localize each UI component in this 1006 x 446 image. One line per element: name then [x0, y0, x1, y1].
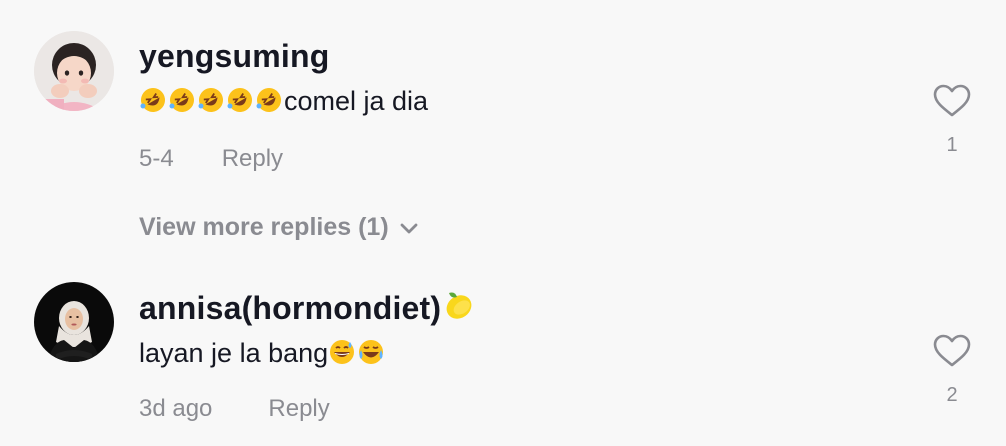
- rolling-on-floor-laughing-emoji: [256, 88, 281, 112]
- comment-username[interactable]: annisa(hormondiet): [139, 287, 476, 327]
- rolling-on-floor-laughing-emoji: [169, 88, 194, 112]
- emoji-group: [328, 338, 386, 368]
- comment-text-label: layan je la bang: [139, 338, 329, 368]
- like-control[interactable]: 2: [932, 334, 972, 407]
- view-more-replies-button[interactable]: View more replies (1): [139, 213, 419, 243]
- reply-button[interactable]: Reply: [268, 395, 329, 422]
- heart-icon[interactable]: [933, 334, 971, 368]
- chevron-down-icon: [399, 214, 419, 243]
- reply-button[interactable]: Reply: [222, 145, 283, 172]
- comment-date: 5-4: [139, 145, 174, 172]
- tears-of-joy-emoji: [359, 340, 384, 364]
- rolling-on-floor-laughing-emoji: [227, 88, 252, 112]
- rolling-on-floor-laughing-emoji: [140, 88, 165, 112]
- comment-text-label: comel ja dia: [284, 86, 429, 116]
- like-count: 1: [946, 134, 958, 156]
- comment-text: comel ja dia: [139, 86, 428, 117]
- comment-username[interactable]: yengsuming: [139, 38, 329, 75]
- comment-text: layan je la bang: [139, 338, 386, 369]
- view-more-replies-label: View more replies (1): [139, 213, 389, 241]
- emoji-group: [139, 86, 284, 116]
- avatar[interactable]: [34, 282, 114, 362]
- lemon-emoji: [446, 292, 472, 319]
- avatar[interactable]: [34, 31, 114, 111]
- grinning-sweat-emoji: [330, 340, 355, 364]
- like-count: 2: [946, 384, 958, 406]
- like-control[interactable]: 1: [932, 84, 972, 157]
- comment-meta: 3d ago Reply: [139, 395, 330, 423]
- comment-date: 3d ago: [139, 395, 213, 422]
- heart-icon[interactable]: [933, 84, 971, 118]
- rolling-on-floor-laughing-emoji: [198, 88, 223, 112]
- comment-meta: 5-4 Reply: [139, 145, 283, 173]
